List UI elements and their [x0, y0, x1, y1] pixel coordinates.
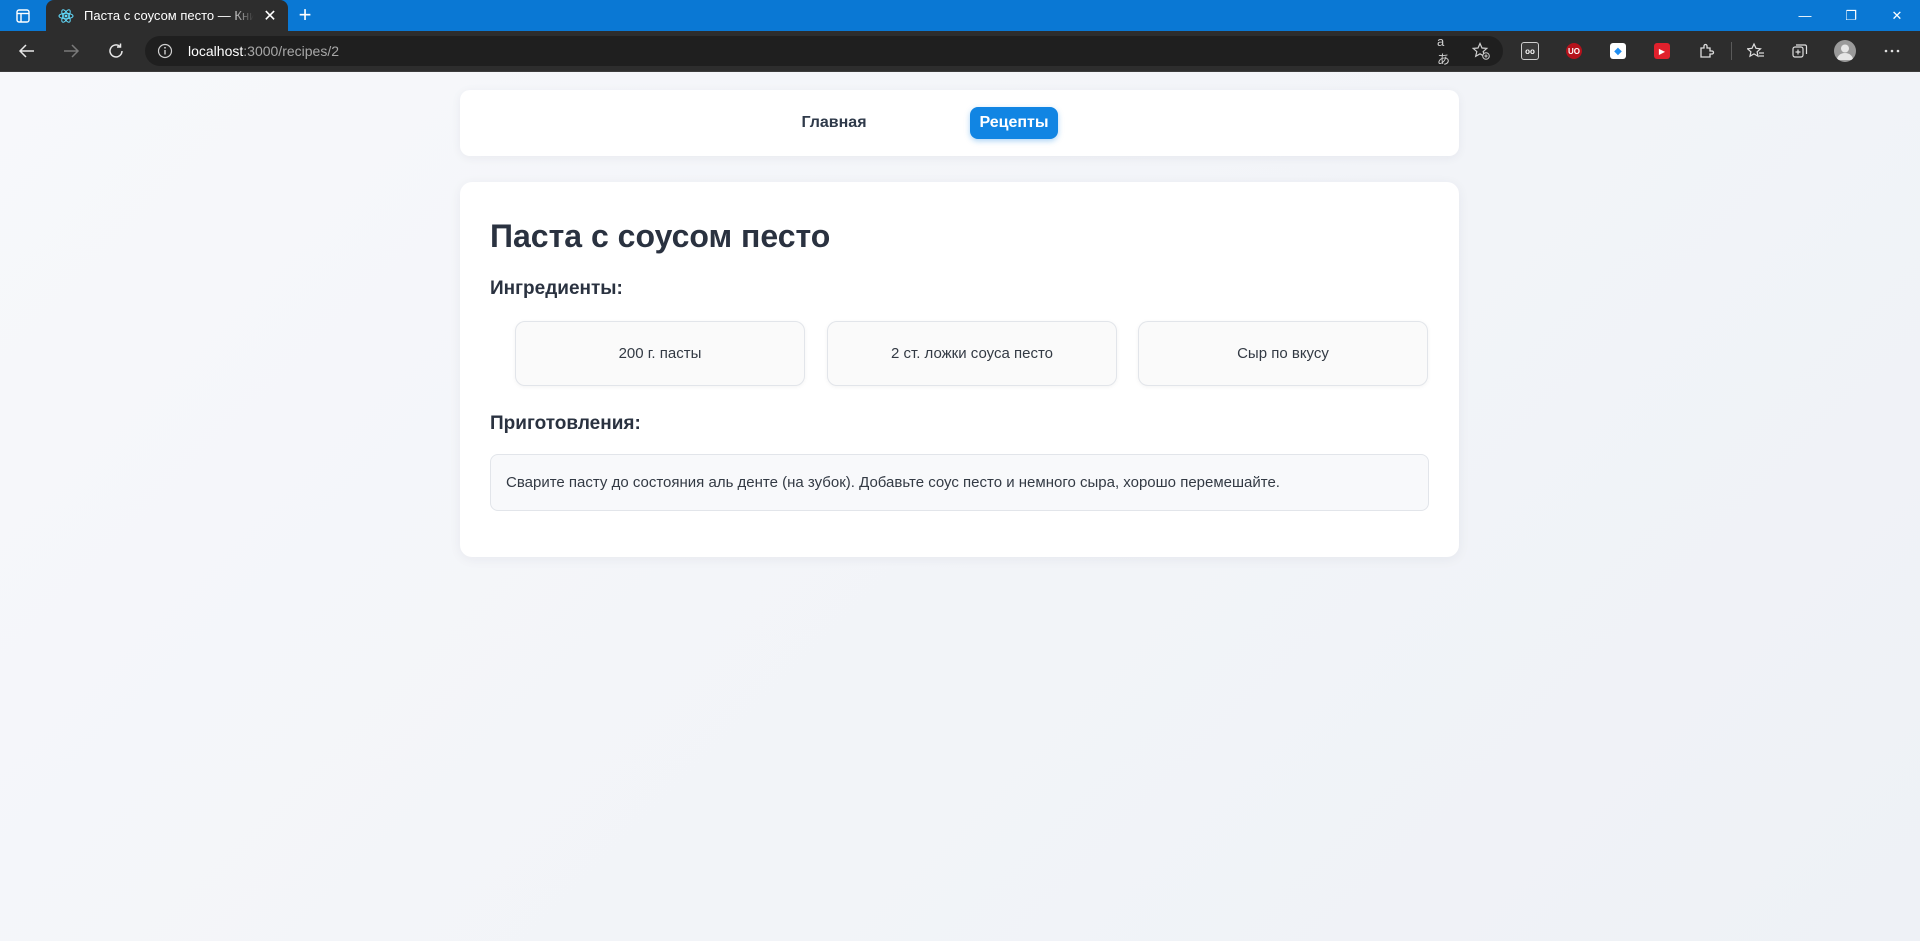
more-options-icon[interactable] — [1881, 40, 1903, 62]
ingredient-card: Сыр по вкусу — [1138, 321, 1428, 386]
site-info-icon[interactable] — [157, 43, 173, 59]
ingredient-card: 2 ст. ложки соуса песто — [827, 321, 1117, 386]
ext-reader-icon[interactable]: oo — [1519, 40, 1541, 62]
url-text[interactable]: localhost:3000/recipes/2 — [188, 43, 339, 59]
top-nav: Главная Рецепты — [460, 90, 1459, 156]
nav-link-recipes[interactable]: Рецепты — [970, 107, 1058, 139]
browser-titlebar: Паста с соусом песто — Книга рецептов ✕ … — [0, 0, 1920, 31]
restore-button[interactable]: ❐ — [1828, 0, 1874, 31]
recipe-card: Паста с соусом песто Ингредиенты: 200 г.… — [460, 182, 1459, 557]
tab-title: Паста с соусом песто — Книга рецептов — [84, 8, 254, 23]
forward-button[interactable] — [57, 39, 85, 63]
instructions-heading: Приготовления: — [490, 413, 641, 434]
ext-video-icon[interactable]: ▶ — [1651, 40, 1673, 62]
close-window-button[interactable]: ✕ — [1874, 0, 1920, 31]
browser-toolbar: localhost:3000/recipes/2 aあ oo UO ◆ ▶ — [0, 31, 1920, 72]
forward-arrow-icon — [64, 44, 80, 58]
browser-tab-active[interactable]: Паста с соусом песто — Книга рецептов ✕ — [46, 0, 288, 31]
address-bar[interactable]: localhost:3000/recipes/2 aあ — [145, 34, 1503, 67]
react-favicon-icon — [58, 8, 74, 24]
instructions-text: Сварите пасту до состояния аль денте (на… — [490, 454, 1429, 511]
back-button[interactable] — [13, 39, 41, 63]
favorite-add-icon[interactable] — [1471, 42, 1491, 60]
collections-icon[interactable] — [1789, 40, 1811, 62]
tab-actions-icon[interactable] — [10, 6, 36, 26]
toolbar-separator — [1731, 42, 1732, 60]
page-viewport: Главная Рецепты Паста с соусом песто Инг… — [0, 72, 1920, 941]
recipe-title: Паста с соусом песто — [490, 218, 831, 254]
window-controls: — ❐ ✕ — [1782, 0, 1920, 31]
read-aloud-icon[interactable]: aあ — [1437, 34, 1457, 67]
user-icon — [1837, 44, 1853, 60]
ingredients-heading: Ингредиенты: — [490, 278, 623, 299]
profile-avatar[interactable] — [1834, 40, 1856, 62]
tab-close-icon[interactable]: ✕ — [260, 6, 280, 26]
refresh-icon — [109, 43, 123, 58]
new-tab-button[interactable]: + — [293, 4, 317, 28]
extensions-puzzle-icon[interactable] — [1696, 40, 1718, 62]
ingredient-card: 200 г. пасты — [515, 321, 805, 386]
nav-link-home[interactable]: Главная — [784, 107, 884, 139]
url-path: :3000/recipes/2 — [243, 43, 339, 59]
favorites-icon[interactable] — [1745, 40, 1767, 62]
refresh-button[interactable] — [102, 39, 130, 63]
url-host: localhost — [188, 43, 244, 59]
ext-box-icon[interactable]: ◆ — [1607, 40, 1629, 62]
ext-ublock-icon[interactable]: UO — [1563, 40, 1585, 62]
minimize-button[interactable]: — — [1782, 0, 1828, 31]
back-arrow-icon — [18, 44, 34, 58]
